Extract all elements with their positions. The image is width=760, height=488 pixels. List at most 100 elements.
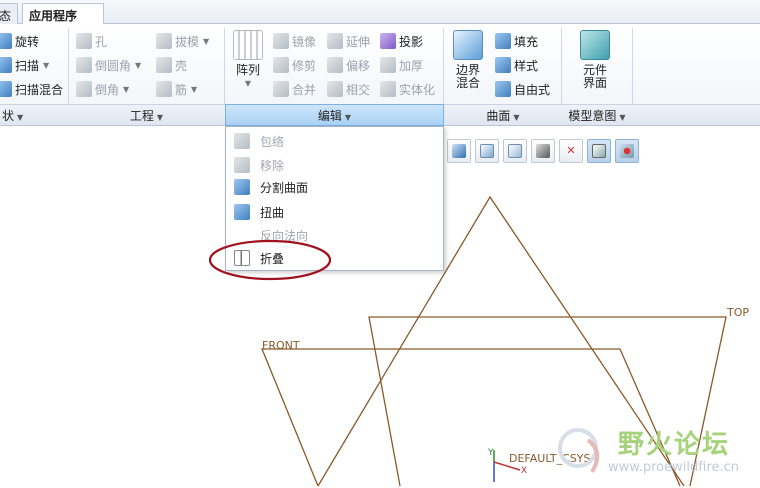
tab-previous[interactable]: 态 [0, 3, 18, 24]
freestyle-button[interactable]: 自由式 [495, 79, 550, 99]
chevron-down-icon: ▼ [156, 113, 164, 122]
hole-icon [76, 33, 92, 49]
pattern-button[interactable]: 阵列 ▼ [230, 30, 266, 90]
round-button[interactable]: 倒圆角 ▼ [76, 55, 141, 75]
spin-center-icon [592, 144, 606, 158]
extend-button[interactable]: 延伸 [327, 31, 370, 51]
datum-display-icon: ✕ [566, 144, 576, 157]
chamfer-button[interactable]: 倒角 ▼ [76, 79, 129, 99]
engineering-group-label[interactable]: 工程 ▼ [69, 107, 224, 123]
rib-button[interactable]: 筋 ▼ [156, 79, 197, 99]
intersect-icon [327, 81, 343, 97]
split-surface-icon [234, 179, 250, 195]
trim-icon [273, 57, 289, 73]
chevron-down-icon: ▼ [619, 113, 626, 122]
shell-button[interactable]: 壳 [156, 55, 187, 75]
shapes-group-label[interactable]: 状 ▼ [0, 107, 68, 123]
component-interface-button[interactable]: 元件 界面 [575, 30, 615, 90]
display-style-button[interactable] [531, 139, 555, 163]
editing-group-label[interactable]: 编辑 ▼ [225, 104, 444, 126]
draft-button[interactable]: 拔模 ▼ [156, 31, 209, 51]
revolve-icon [0, 33, 12, 49]
offset-icon [327, 57, 343, 73]
x-axis-label: X [521, 466, 528, 476]
shading-icon [452, 144, 466, 158]
rib-icon [156, 81, 172, 97]
intersect-button[interactable]: 相交 [327, 79, 370, 99]
offset-button[interactable]: 偏移 [327, 55, 370, 75]
merge-button[interactable]: 合并 [273, 79, 316, 99]
watermark-title: 野火论坛 [618, 430, 731, 460]
fill-icon [495, 33, 511, 49]
spin-center-button[interactable] [587, 139, 611, 163]
annotation-display-button[interactable] [615, 139, 639, 163]
thicken-icon [380, 57, 396, 73]
chevron-down-icon: ▼ [191, 84, 198, 94]
highlight-ellipse [208, 239, 332, 281]
shading-button[interactable] [447, 139, 471, 163]
shell-icon [156, 57, 172, 73]
sweep-button[interactable]: 扫描 ▼ [0, 55, 49, 75]
sweep-icon [0, 57, 12, 73]
style-icon [495, 57, 511, 73]
revolve-button[interactable]: 旋转 [0, 31, 39, 51]
watermark: 野火论坛 www.proewildfire.cn [548, 420, 760, 488]
menu-item-wrap[interactable]: 包络 [226, 129, 443, 153]
tab-applications[interactable]: 应用程序 [22, 3, 104, 25]
fill-button[interactable]: 填充 [495, 31, 538, 51]
menu-item-split-surface[interactable]: 分割曲面 [226, 175, 443, 199]
boundary-blend-icon [453, 30, 483, 60]
trim-button[interactable]: 修剪 [273, 55, 316, 75]
draft-icon [156, 33, 172, 49]
style-button[interactable]: 样式 [495, 55, 538, 75]
menu-item-warp[interactable]: 扭曲 [226, 200, 443, 224]
solidify-button[interactable]: 实体化 [380, 79, 435, 99]
swept-blend-icon [0, 81, 12, 97]
saved-views-icon [508, 144, 522, 158]
thicken-button[interactable]: 加厚 [380, 55, 423, 75]
swept-blend-button[interactable]: 扫描混合 [0, 79, 63, 99]
view-normal-button[interactable] [475, 139, 499, 163]
pattern-icon [233, 30, 263, 60]
freestyle-icon [495, 81, 511, 97]
view-normal-icon [480, 144, 494, 158]
chevron-down-icon: ▼ [43, 60, 50, 70]
chevron-down-icon: ▼ [203, 36, 210, 46]
saved-views-button[interactable] [503, 139, 527, 163]
app-window: 态 应用程序 旋转 扫描 ▼ 扫描混合 孔 倒圆角 ▼ 倒角 ▼ 拔模 ▼ 壳 [0, 0, 760, 488]
chevron-down-icon: ▼ [17, 113, 24, 122]
chevron-down-icon: ▼ [513, 113, 520, 122]
model-intent-group-label[interactable]: 模型意图 ▼ [562, 107, 632, 123]
merge-icon [273, 81, 289, 97]
hole-button[interactable]: 孔 [76, 31, 107, 51]
menu-item-remove[interactable]: 移除 [226, 153, 443, 177]
highlight-ellipse-stroke [208, 239, 332, 281]
chamfer-icon [76, 81, 92, 97]
chevron-down-icon: ▼ [123, 84, 130, 94]
watermark-logo-icon [558, 428, 600, 474]
component-interface-icon [580, 30, 610, 60]
annotation-display-icon [620, 144, 634, 158]
display-style-icon [536, 144, 550, 158]
boundary-blend-button[interactable]: 边界 混合 [450, 30, 486, 90]
project-icon [380, 33, 396, 49]
wrap-icon [234, 133, 250, 149]
project-button[interactable]: 投影 [380, 31, 423, 51]
extend-icon [327, 33, 343, 49]
top-datum-label[interactable]: TOP [727, 306, 749, 319]
chevron-down-icon: ▼ [135, 60, 142, 70]
mirror-button[interactable]: 镜像 [273, 31, 316, 51]
round-icon [76, 57, 92, 73]
datum-display-button[interactable]: ✕ [559, 139, 583, 163]
chevron-down-icon: ▼ [244, 79, 252, 88]
surfaces-group-label[interactable]: 曲面 ▼ [445, 107, 561, 123]
warp-icon [234, 204, 250, 220]
ribbon-tab-strip: 态 应用程序 [0, 0, 760, 25]
chevron-down-icon: ▼ [344, 113, 352, 122]
remove-icon [234, 157, 250, 173]
watermark-url: www.proewildfire.cn [608, 460, 739, 475]
y-axis-label: Y [488, 448, 494, 458]
front-datum-label[interactable]: FRONT [262, 339, 300, 352]
solidify-icon [380, 81, 396, 97]
mirror-icon [273, 33, 289, 49]
